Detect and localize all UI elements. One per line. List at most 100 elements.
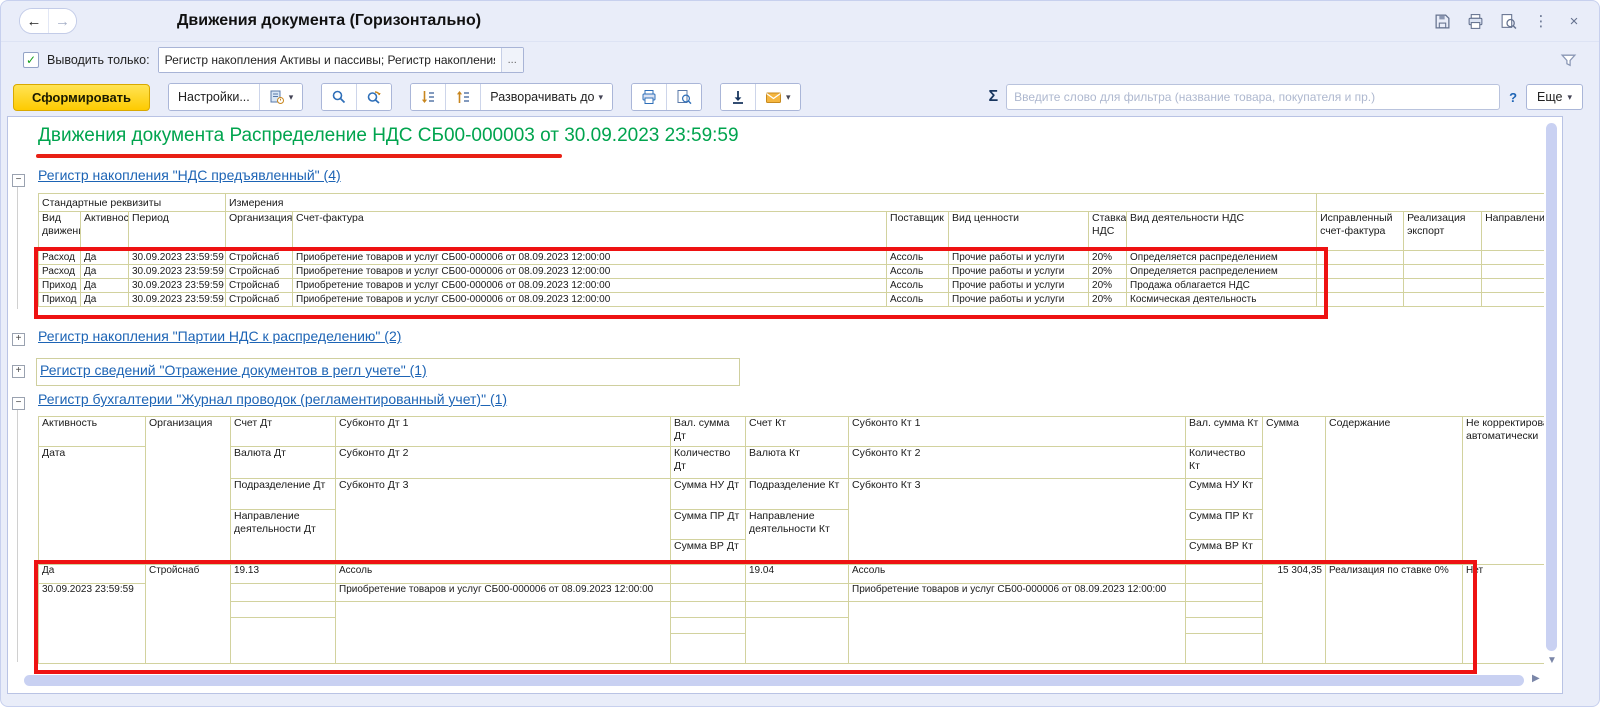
cell[interactable] [848,601,1186,664]
register1-link[interactable]: Регистр накопления "НДС предъявленный" (… [38,167,341,183]
show-only-checkbox[interactable]: ✓ [23,52,39,68]
report-variants-button[interactable]: ▾ [258,84,303,110]
cell[interactable] [230,617,336,664]
cell[interactable]: Ассоль [886,250,950,265]
choose-registers-button[interactable]: ... [500,48,523,72]
cell[interactable]: Приход [38,278,81,293]
print-button[interactable] [632,84,666,110]
cell[interactable] [1403,292,1483,307]
cell[interactable]: Приобретение товаров и услуг СБ00-000006… [292,264,888,279]
cell[interactable]: Определяется распределением [1126,250,1318,265]
cell[interactable]: Ассоль [886,292,950,307]
cell[interactable]: Прочие работы и услуги [948,250,1090,265]
cell[interactable]: Да [80,278,129,293]
print-preview-icon[interactable] [1499,12,1517,30]
cell[interactable]: Приобретение товаров и услуг СБ00-000006… [335,583,671,602]
cell[interactable]: Приобретение товаров и услуг СБ00-000006… [848,583,1186,602]
cell[interactable]: Расход [38,250,81,265]
help-icon[interactable]: ? [1509,90,1517,105]
cell[interactable]: Приобретение товаров и услуг СБ00-000006… [292,292,888,307]
cell[interactable]: Реализация по ставке 0% [1325,564,1463,664]
expand-register2-button[interactable]: + [12,333,25,346]
cell[interactable]: 30.09.2023 23:59:59 [127,250,227,265]
cell[interactable]: 20% [1088,250,1128,265]
cell[interactable] [745,583,849,602]
cell[interactable] [1403,250,1483,265]
cell[interactable]: Нет [1462,564,1544,664]
cell[interactable]: Стройснаб [225,264,294,279]
send-mail-button[interactable]: ▾ [755,84,800,110]
back-button[interactable]: ← [20,9,48,33]
cell[interactable]: 30.09.2023 23:59:59 [127,278,227,293]
cell[interactable] [1316,250,1405,265]
register2-link[interactable]: Регистр накопления "Партии НДС к распред… [38,328,401,344]
cell[interactable]: 30.09.2023 23:59:59 [38,583,146,664]
cell[interactable]: 19.13 [230,564,336,584]
cell[interactable] [1185,564,1263,584]
cell[interactable] [670,601,746,618]
cell[interactable]: Продажа облагается НДС [1126,278,1318,293]
cell[interactable]: Приобретение товаров и услуг СБ00-000006… [292,250,888,265]
cell[interactable] [1403,278,1483,293]
search-button[interactable] [322,84,357,110]
vertical-scrollbar-thumb[interactable] [1546,123,1557,651]
cell[interactable] [1185,601,1263,618]
more-button[interactable]: Еще ▾ [1526,84,1583,110]
cell[interactable]: Стройснаб [145,564,231,664]
cell[interactable] [1316,292,1405,307]
collapse-levels-button[interactable] [445,84,481,110]
cell[interactable] [1403,264,1483,279]
cell[interactable]: 20% [1088,264,1128,279]
cell[interactable] [670,617,746,634]
horizontal-scrollbar-thumb[interactable] [24,675,1524,686]
filter-funnel-icon[interactable] [1560,52,1577,69]
expand-register3-button[interactable]: + [12,365,25,378]
cell[interactable]: Прочие работы и услуги [948,264,1090,279]
cell[interactable]: Определяется распределением [1126,264,1318,279]
show-only-input[interactable] [158,48,501,72]
cell[interactable] [745,601,849,618]
cell[interactable]: 19.04 [745,564,849,584]
cell[interactable]: Расход [38,264,81,279]
register4-link[interactable]: Регистр бухгалтерии "Журнал проводок (ре… [38,391,507,407]
sigma-icon[interactable]: Σ [988,88,998,106]
cell[interactable]: Стройснаб [225,292,294,307]
cell[interactable]: Ассоль [335,564,671,584]
collapse-register1-button[interactable]: − [12,174,25,187]
expand-to-button[interactable]: Разворачивать до ▾ [480,84,612,110]
generate-button[interactable]: Сформировать [13,83,151,111]
print-icon[interactable] [1466,12,1484,30]
cell[interactable] [1316,278,1405,293]
cell[interactable] [230,583,336,602]
cell[interactable] [230,601,336,618]
cell[interactable] [670,583,746,602]
cell[interactable] [1481,292,1544,307]
cell[interactable]: Да [80,250,129,265]
cell[interactable]: 15 304,35 [1262,564,1326,664]
more-menu-icon[interactable]: ⋮ [1532,12,1550,30]
save-icon[interactable] [1433,12,1451,30]
cell[interactable]: 20% [1088,292,1128,307]
scroll-down-icon[interactable]: ▼ [1547,655,1557,666]
forward-button[interactable]: → [48,9,76,33]
cell[interactable] [1185,633,1263,664]
cell[interactable]: Прочие работы и услуги [948,292,1090,307]
cell[interactable]: 20% [1088,278,1128,293]
cell[interactable]: 30.09.2023 23:59:59 [127,292,227,307]
cell[interactable]: Прочие работы и услуги [948,278,1090,293]
settings-button[interactable]: Настройки... [169,84,259,110]
expand-levels-button[interactable] [411,84,446,110]
cell[interactable]: Приобретение товаров и услуг СБ00-000006… [292,278,888,293]
search-next-button[interactable] [356,84,392,110]
cell[interactable] [1185,583,1263,602]
cell[interactable]: Ассоль [886,264,950,279]
cell[interactable]: Ассоль [886,278,950,293]
cell[interactable] [1481,264,1544,279]
cell[interactable] [745,617,849,664]
register3-link[interactable]: Регистр сведений "Отражение документов в… [40,362,427,378]
cell[interactable]: 30.09.2023 23:59:59 [127,264,227,279]
cell[interactable] [1185,617,1263,634]
cell[interactable]: Да [80,264,129,279]
close-icon[interactable]: × [1565,12,1583,30]
cell[interactable]: Да [38,564,146,584]
